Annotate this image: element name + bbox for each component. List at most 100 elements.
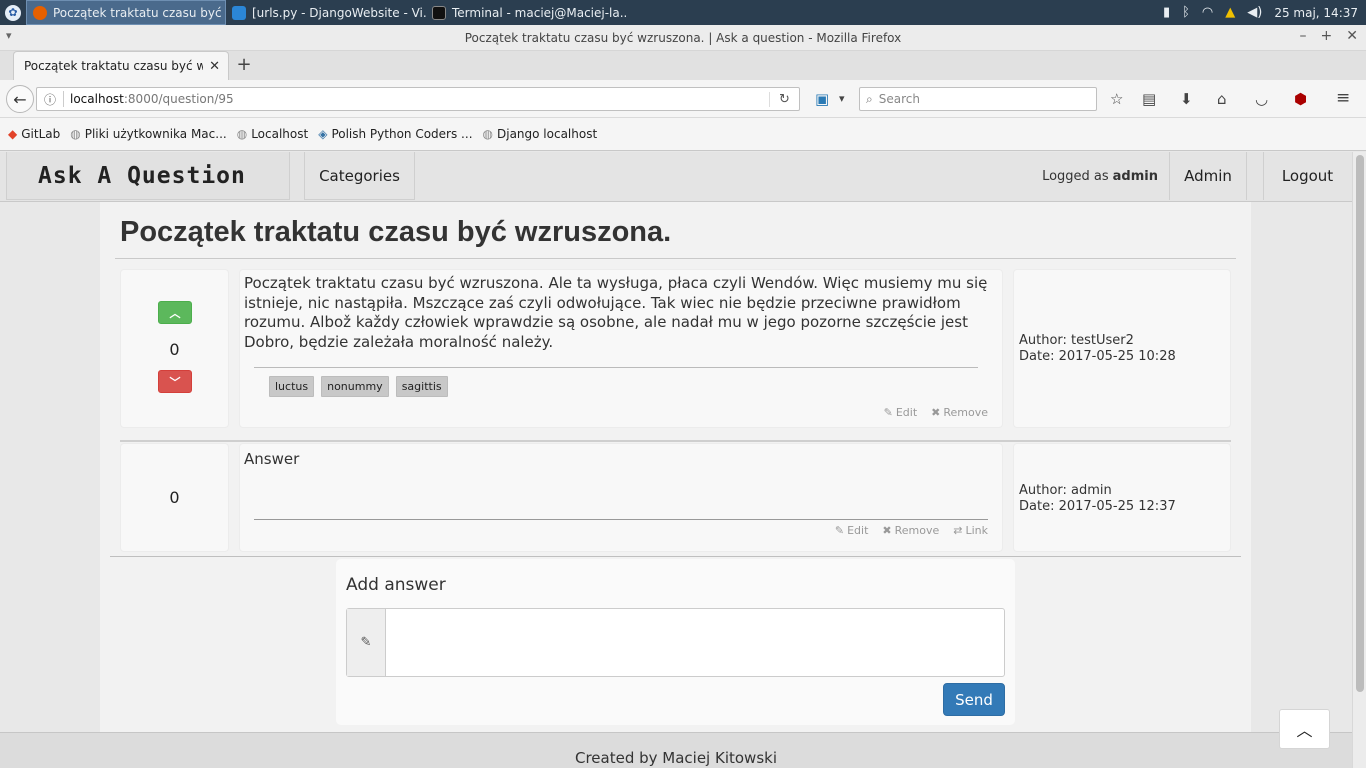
question-body-panel: Początek traktatu czasu być wzruszona. A… bbox=[239, 269, 1003, 428]
edit-answer-link[interactable]: ✎ Edit bbox=[835, 524, 869, 537]
remove-question-link[interactable]: ✖ Remove bbox=[931, 406, 988, 419]
terminal-icon bbox=[432, 5, 446, 20]
hamburger-menu-icon[interactable]: ≡ bbox=[1336, 88, 1350, 108]
site-info-icon[interactable]: ⓘ bbox=[37, 91, 63, 108]
edit-question-link[interactable]: ✎ Edit bbox=[884, 406, 918, 419]
answer-text: Answer bbox=[244, 450, 300, 468]
globe-icon: ◍ bbox=[70, 127, 81, 141]
home-icon[interactable]: ⌂ bbox=[1217, 90, 1227, 108]
tag[interactable]: luctus bbox=[269, 376, 315, 397]
bookmark-django[interactable]: ◍ Django localhost bbox=[483, 127, 598, 141]
chevron-down-icon: ﹀ bbox=[169, 375, 181, 389]
clock[interactable]: 25 maj, 14:37 bbox=[1274, 6, 1358, 20]
taskbar-item-label: Terminal - maciej@Maciej-la... bbox=[452, 5, 626, 20]
bookmark-label: GitLab bbox=[21, 127, 61, 141]
window-menu-icon[interactable]: ▾ bbox=[6, 29, 12, 42]
body-divider bbox=[254, 367, 978, 368]
answer-actions: ✎ Edit ✖ Remove ⇄ Link bbox=[835, 524, 988, 537]
nav-admin[interactable]: Admin bbox=[1169, 152, 1247, 200]
bookmark-localhost[interactable]: ◍ Localhost bbox=[237, 127, 309, 141]
chevron-up-icon: ︿ bbox=[169, 306, 181, 320]
footer-text: Created by Maciej Kitowski bbox=[574, 749, 777, 767]
tag[interactable]: nonummy bbox=[321, 376, 389, 397]
reload-icon[interactable]: ↻ bbox=[769, 91, 799, 107]
title-divider bbox=[115, 258, 1236, 259]
bookmark-label: Polish Python Coders ... bbox=[331, 127, 473, 141]
taskbar-item-firefox[interactable]: Początek traktatu czasu być ... bbox=[26, 0, 226, 25]
main-container: Początek traktatu czasu być wzruszona. ︿… bbox=[100, 202, 1251, 732]
search-input[interactable]: ⌕ Search bbox=[859, 87, 1097, 111]
browser-toolbar: ← ⓘ localhost:8000/question/95 ↻ ▣ ▾ ⌕ S… bbox=[0, 80, 1366, 118]
answer-vote-count: 0 bbox=[169, 488, 180, 507]
answer-body-panel: Answer ✎ Edit ✖ Remove ⇄ Link bbox=[239, 443, 1003, 552]
back-icon[interactable]: ← bbox=[6, 85, 34, 113]
pocket-icon[interactable]: ◡ bbox=[1255, 90, 1268, 108]
scroll-to-top-button[interactable]: ︿ bbox=[1279, 709, 1330, 749]
taskbar-item-label: [urls.py - DjangoWebsite - Vi... bbox=[252, 5, 426, 20]
tab-strip: Początek traktatu czasu być wzruszona. ✕… bbox=[0, 51, 1366, 80]
battery-icon[interactable]: ▮ bbox=[1163, 5, 1170, 20]
page-scrollbar[interactable] bbox=[1352, 152, 1366, 768]
vscode-icon bbox=[232, 5, 246, 20]
pencil-icon: ✎ bbox=[883, 406, 893, 419]
bookmark-gitlab[interactable]: ◆ GitLab bbox=[8, 127, 60, 141]
system-tray: ▮ ᛒ ◠ ▲ ◀) 25 maj, 14:37 bbox=[1163, 5, 1366, 20]
send-button[interactable]: Send bbox=[943, 683, 1005, 716]
pencil-icon: ✎ bbox=[834, 524, 845, 537]
downloads-icon[interactable]: ⬇ bbox=[1180, 90, 1193, 108]
close-window-icon[interactable]: ✕ bbox=[1346, 28, 1358, 44]
tab-title: Początek traktatu czasu być wzruszona. bbox=[24, 59, 204, 73]
container-icon[interactable]: ▣ bbox=[815, 90, 829, 108]
question-vote-count: 0 bbox=[169, 340, 180, 359]
bookmark-polish-python[interactable]: ◈ Polish Python Coders ... bbox=[318, 127, 472, 141]
xfce-logo-icon: ✿ bbox=[5, 4, 21, 21]
library-icon[interactable]: ▤ bbox=[1142, 90, 1156, 108]
section-divider bbox=[110, 556, 1241, 557]
url-divider bbox=[63, 91, 64, 107]
globe-icon: ◍ bbox=[236, 127, 248, 141]
remove-icon: ✖ bbox=[931, 406, 941, 419]
bookmark-pliki[interactable]: ◍ Pliki użytkownika Mac... bbox=[70, 127, 226, 141]
taskbar-item-terminal[interactable]: Terminal - maciej@Maciej-la... bbox=[426, 0, 626, 25]
warning-icon[interactable]: ▲ bbox=[1225, 5, 1235, 20]
taskbar-item-label: Początek traktatu czasu być ... bbox=[53, 5, 226, 20]
add-answer-title: Add answer bbox=[346, 575, 446, 595]
nav-logout[interactable]: Logout bbox=[1263, 152, 1351, 200]
ublock-icon[interactable]: ⬢ bbox=[1294, 90, 1307, 108]
volume-icon[interactable]: ◀) bbox=[1247, 5, 1262, 20]
tab-close-icon[interactable]: ✕ bbox=[209, 59, 220, 74]
upvote-button[interactable]: ︿ bbox=[158, 301, 192, 324]
scrollbar-thumb[interactable] bbox=[1356, 155, 1364, 692]
question-meta-panel: Author: testUser2 Date: 2017-05-25 10:28 bbox=[1013, 269, 1231, 428]
url-host: localhost bbox=[70, 92, 124, 106]
site-brand[interactable]: Ask A Question bbox=[6, 152, 290, 200]
answer-link[interactable]: ⇄ Link bbox=[953, 524, 988, 537]
downvote-button[interactable]: ﹀ bbox=[158, 370, 192, 393]
window-title: Początek traktatu czasu być wzruszona. |… bbox=[464, 30, 902, 45]
maximize-icon[interactable]: + bbox=[1321, 28, 1333, 44]
page-viewport: Ask A Question Categories Logged as admin… bbox=[0, 152, 1352, 768]
bookmark-label: Django localhost bbox=[497, 127, 598, 141]
bookmark-label: Pliki użytkownika Mac... bbox=[84, 127, 227, 141]
bluetooth-icon[interactable]: ᛒ bbox=[1182, 5, 1190, 20]
minimize-icon[interactable]: – bbox=[1300, 28, 1307, 44]
logged-prefix: Logged as bbox=[1042, 168, 1109, 184]
taskbar-item-vscode[interactable]: [urls.py - DjangoWebsite - Vi... bbox=[226, 0, 426, 25]
logged-as-text: Logged as admin bbox=[1042, 152, 1158, 200]
browser-tab-active[interactable]: Początek traktatu czasu być wzruszona. ✕ bbox=[13, 51, 229, 80]
new-tab-icon[interactable]: + bbox=[234, 54, 254, 75]
search-engine-dropdown-icon[interactable]: ▾ bbox=[839, 92, 845, 105]
remove-answer-link[interactable]: ✖ Remove bbox=[882, 524, 939, 537]
question-date: Date: 2017-05-25 10:28 bbox=[1019, 349, 1176, 364]
answer-textarea[interactable] bbox=[386, 609, 1004, 676]
app-menu-button[interactable]: ✿ bbox=[0, 0, 26, 25]
nav-categories[interactable]: Categories bbox=[304, 152, 415, 200]
logged-user: admin bbox=[1112, 168, 1158, 184]
globe-icon: ◍ bbox=[482, 127, 493, 141]
url-bar[interactable]: ⓘ localhost:8000/question/95 ↻ bbox=[36, 87, 800, 111]
tag[interactable]: sagittis bbox=[395, 376, 448, 397]
bookmark-star-icon[interactable]: ☆ bbox=[1110, 90, 1123, 108]
answer-input-group: ✎ bbox=[346, 608, 1005, 677]
python-icon: ◈ bbox=[318, 127, 328, 141]
wifi-icon[interactable]: ◠ bbox=[1202, 5, 1213, 20]
